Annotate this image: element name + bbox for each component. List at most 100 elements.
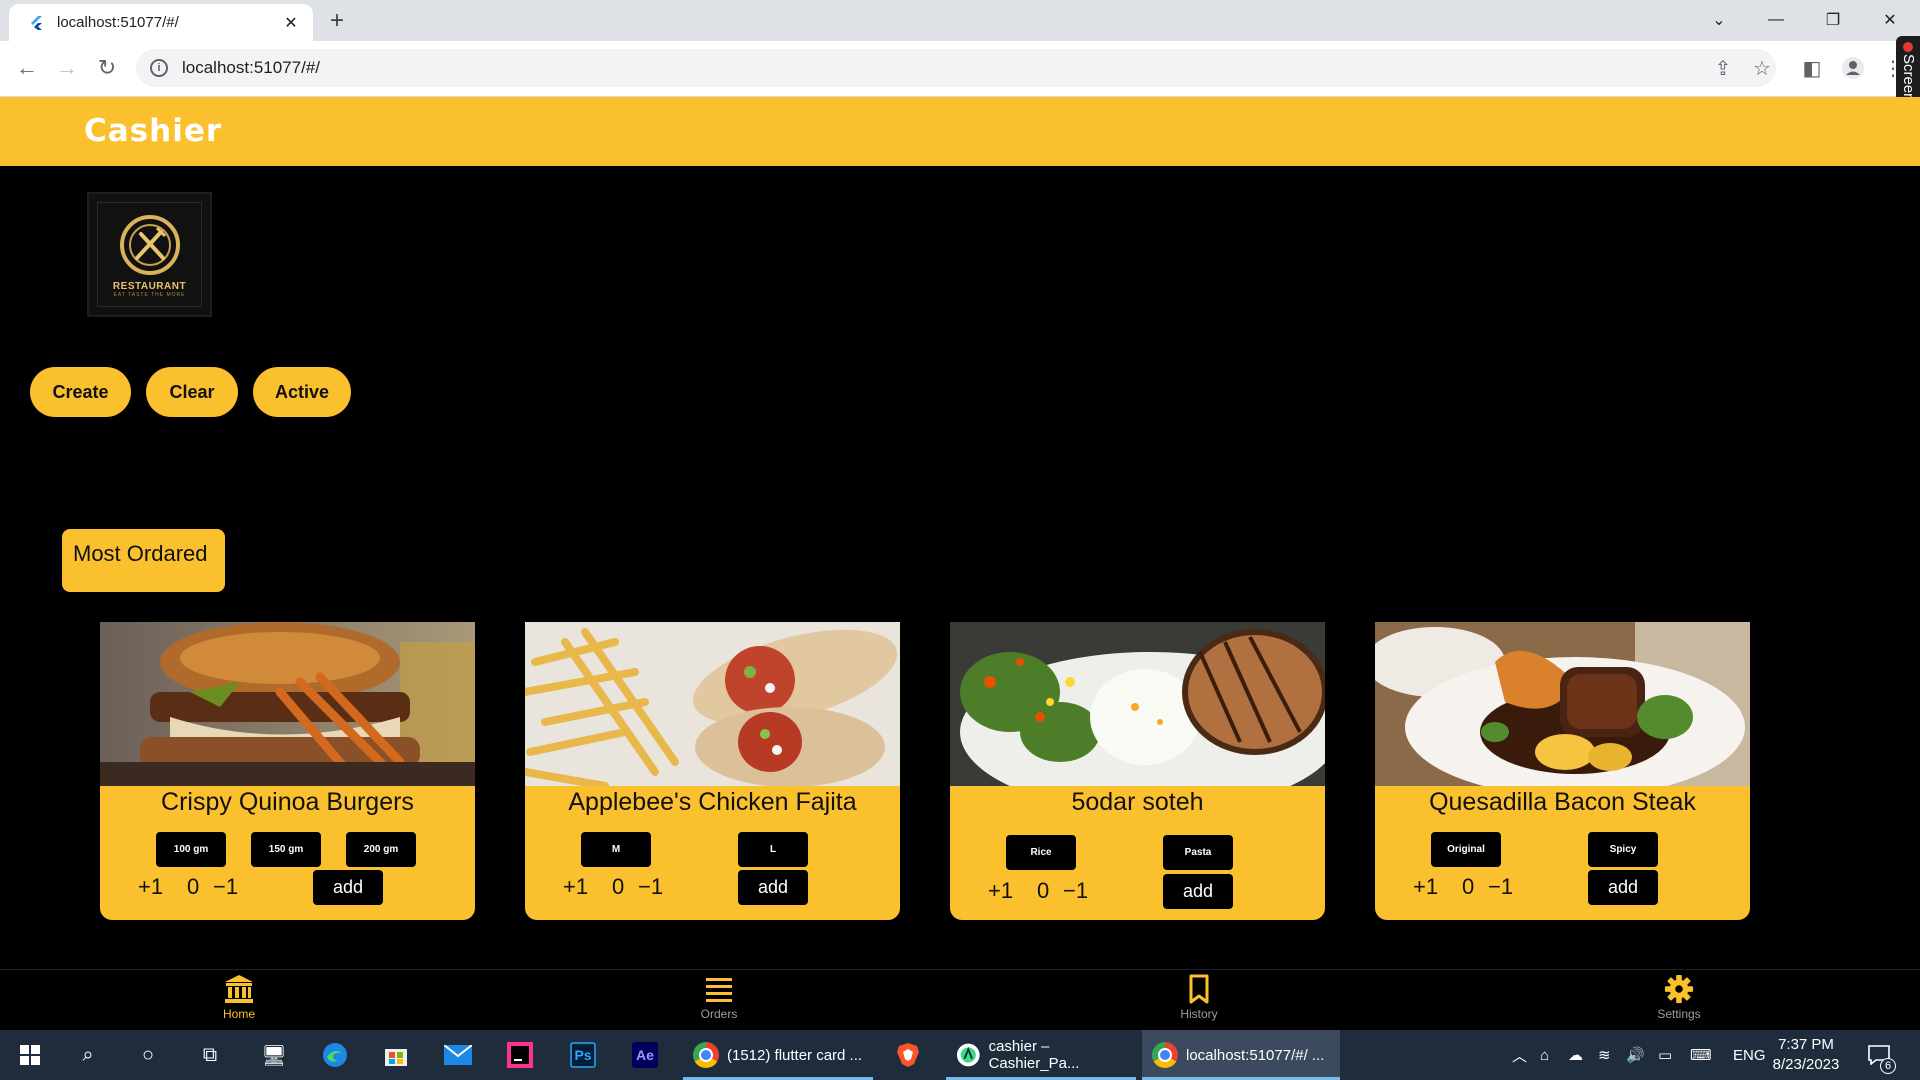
- taskbar-app-android-studio[interactable]: cashier – Cashier_Pa...: [946, 1030, 1136, 1080]
- brave-icon[interactable]: [890, 1038, 926, 1072]
- quantity-value: 0: [1462, 874, 1475, 899]
- flutter-icon: [31, 15, 42, 30]
- product-name: 5odar soteh: [1071, 788, 1204, 816]
- browser-toolbar: ← → ↻ i localhost:51077/#/ ⇪ ☆ ◧ ⋮: [0, 41, 1920, 97]
- taskbar-app-chrome-active[interactable]: localhost:51077/#/ ...: [1142, 1030, 1340, 1080]
- logo-brand: RESTAURANT: [112, 280, 187, 292]
- option-button[interactable]: L: [738, 832, 808, 867]
- nav-item-history[interactable]: History: [1139, 970, 1259, 1031]
- share-icon[interactable]: ⇪: [1710, 55, 1736, 81]
- quantity-value: 0: [187, 874, 200, 899]
- nav-item-orders[interactable]: Orders: [659, 970, 779, 1031]
- nav-item-home[interactable]: Home: [179, 970, 299, 1031]
- clear-button[interactable]: Clear: [146, 367, 238, 417]
- option-button[interactable]: Pasta: [1163, 835, 1233, 870]
- fork-knife-icon: [119, 214, 180, 275]
- product-name: Crispy Quinoa Burgers: [161, 788, 414, 816]
- back-icon[interactable]: ←: [10, 51, 44, 85]
- close-tab-icon[interactable]: ✕: [281, 13, 301, 33]
- option-button[interactable]: Rice: [1006, 835, 1076, 870]
- photoshop-glyph: Ps: [574, 1047, 592, 1063]
- photoshop-icon[interactable]: Ps: [565, 1038, 601, 1072]
- site-info-icon[interactable]: i: [150, 59, 168, 77]
- side-panel-icon[interactable]: ◧: [1795, 51, 1829, 85]
- show-hidden-icons[interactable]: ︿: [1512, 1030, 1527, 1080]
- new-tab-icon[interactable]: +: [322, 6, 352, 36]
- onedrive-icon[interactable]: ☁: [1568, 1030, 1583, 1080]
- after-effects-icon[interactable]: Ae: [627, 1038, 663, 1072]
- bottom-navigation: Home Orders History Settings: [0, 969, 1920, 1030]
- notification-icon[interactable]: 6: [1868, 1030, 1896, 1080]
- close-window-icon[interactable]: ✕: [1862, 0, 1918, 40]
- increment-button[interactable]: +1: [1413, 874, 1438, 900]
- browser-tab[interactable]: localhost:51077/#/ ✕: [9, 4, 313, 41]
- search-icon[interactable]: ⌕: [70, 1038, 106, 1072]
- gear-icon: [1664, 974, 1694, 1004]
- product-name: Applebee's Chicken Fajita: [568, 788, 857, 816]
- minimize-icon[interactable]: ―: [1748, 0, 1804, 40]
- taskbar-clock[interactable]: 7:37 PM 8/23/2023: [1756, 1035, 1856, 1075]
- decrement-button[interactable]: −1: [638, 874, 663, 900]
- active-button[interactable]: Active: [253, 367, 351, 417]
- option-button[interactable]: 100 gm: [156, 832, 226, 867]
- increment-button[interactable]: +1: [988, 878, 1013, 904]
- decrement-button[interactable]: −1: [1488, 874, 1513, 900]
- forward-icon[interactable]: →: [50, 51, 84, 85]
- add-button[interactable]: add: [1163, 874, 1233, 909]
- quantity-value: 0: [612, 874, 625, 899]
- browser-tab-strip: localhost:51077/#/ ✕ + ⌄ ― ❐ ✕: [0, 0, 1920, 41]
- taskbar-app-chrome[interactable]: (1512) flutter card ...: [683, 1030, 873, 1080]
- android-studio-icon: [956, 1043, 980, 1067]
- page-title: Cashier: [84, 113, 223, 149]
- product-card: Crispy Quinoa Burgers 100 gm 150 gm 200 …: [100, 622, 475, 920]
- product-card: Applebee's Chicken Fajita M L +1 0 −1 ad…: [525, 622, 900, 920]
- windows-taskbar: ⌕ ○ ⧉ 🖥 Ps Ae (1512) flutter card ... ca…: [0, 1030, 1920, 1080]
- restaurant-logo: RESTAURANT EAT TASTE THE MORE: [87, 192, 212, 317]
- add-button[interactable]: add: [1588, 870, 1658, 905]
- logo-tagline: EAT TASTE THE MORE: [113, 291, 186, 298]
- volume-icon[interactable]: 🔊: [1626, 1030, 1645, 1080]
- chrome-icon: [1152, 1042, 1178, 1068]
- edge-icon[interactable]: [317, 1038, 353, 1072]
- microsoft-store-icon[interactable]: [378, 1038, 414, 1072]
- increment-button[interactable]: +1: [563, 874, 588, 900]
- reload-icon[interactable]: ↻: [90, 51, 124, 85]
- tab-title: localhost:51077/#/: [57, 14, 179, 31]
- nav-label: Home: [222, 1007, 255, 1021]
- logo-frame: RESTAURANT EAT TASTE THE MORE: [97, 202, 202, 307]
- decrement-button[interactable]: −1: [213, 874, 238, 900]
- battery-icon[interactable]: ▭: [1658, 1030, 1672, 1080]
- mail-icon[interactable]: [440, 1038, 476, 1072]
- url-text: localhost:51077/#/: [182, 58, 320, 77]
- record-icon: [1903, 42, 1913, 52]
- nav-label: Settings: [1657, 1007, 1701, 1021]
- option-button[interactable]: Original: [1431, 832, 1501, 867]
- add-button[interactable]: add: [313, 870, 383, 905]
- wifi-icon[interactable]: ≋: [1598, 1030, 1611, 1080]
- profile-icon[interactable]: [1836, 51, 1870, 85]
- add-button[interactable]: add: [738, 870, 808, 905]
- option-button[interactable]: M: [581, 832, 651, 867]
- nav-item-settings[interactable]: Settings: [1619, 970, 1739, 1031]
- chrome-icon: [693, 1042, 719, 1068]
- taskbar-app-label: cashier – Cashier_Pa...: [988, 1038, 1080, 1072]
- decrement-button[interactable]: −1: [1063, 878, 1088, 904]
- restore-icon[interactable]: ❐: [1805, 0, 1861, 40]
- windows-start-icon[interactable]: [12, 1038, 48, 1072]
- option-button[interactable]: 200 gm: [346, 832, 416, 867]
- option-button[interactable]: Spicy: [1588, 832, 1658, 867]
- meet-icon[interactable]: ⌂: [1540, 1030, 1549, 1080]
- this-pc-icon[interactable]: 🖥: [256, 1038, 292, 1072]
- cortana-icon[interactable]: ○: [130, 1038, 166, 1072]
- keyboard-icon[interactable]: ⌨: [1690, 1030, 1712, 1080]
- clock-date: 8/23/2023: [1772, 1056, 1840, 1073]
- task-view-icon[interactable]: ⧉: [192, 1038, 228, 1072]
- address-bar[interactable]: i localhost:51077/#/: [136, 49, 1776, 87]
- create-button[interactable]: Create: [30, 367, 131, 417]
- increment-button[interactable]: +1: [138, 874, 163, 900]
- intellij-icon[interactable]: [502, 1038, 538, 1072]
- bookmark-star-icon[interactable]: ☆: [1749, 55, 1775, 81]
- tab-search-icon[interactable]: ⌄: [1691, 0, 1747, 40]
- option-button[interactable]: 150 gm: [251, 832, 321, 867]
- bookmark-icon: [1189, 974, 1209, 1004]
